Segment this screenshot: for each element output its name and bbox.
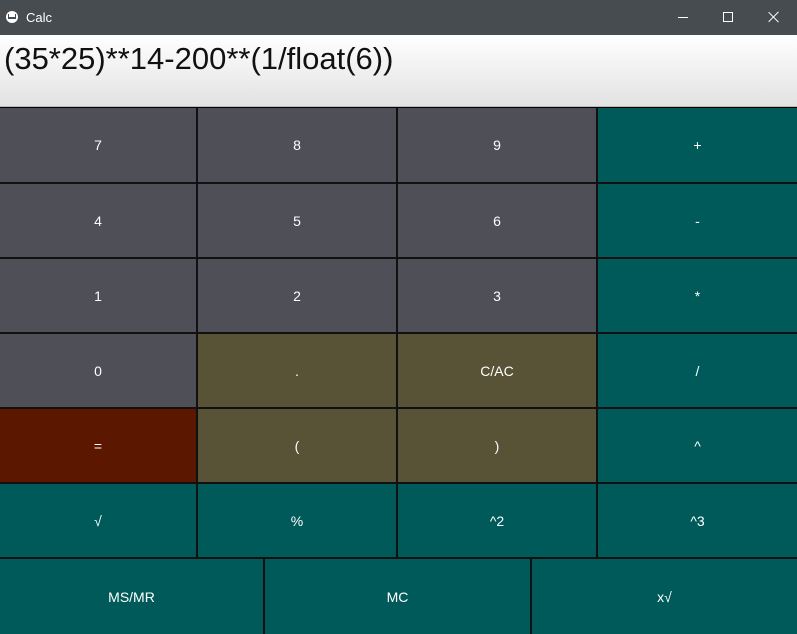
key-memory-store-recall[interactable]: MS/MR (0, 559, 265, 634)
key-square[interactable]: ^2 (398, 484, 598, 559)
key-0[interactable]: 0 (0, 334, 198, 409)
key-3[interactable]: 3 (398, 259, 598, 334)
key-percent[interactable]: % (198, 484, 398, 559)
title-bar[interactable]: Calc (0, 0, 797, 35)
close-button[interactable] (751, 0, 797, 35)
close-icon (768, 11, 780, 23)
minimize-button[interactable] (660, 0, 706, 35)
key-nth-root[interactable]: x√ (532, 559, 797, 634)
minimize-icon (678, 17, 688, 18)
key-square-root[interactable]: √ (0, 484, 198, 559)
app-logo-icon (6, 11, 18, 23)
key-plus[interactable]: + (598, 108, 797, 184)
key-cube[interactable]: ^3 (598, 484, 797, 559)
key-clear[interactable]: C/AC (398, 334, 598, 409)
expression-display[interactable]: (35*25)**14-200**(1/float(6)) (0, 35, 797, 107)
key-close-paren[interactable]: ) (398, 409, 598, 484)
key-open-paren[interactable]: ( (198, 409, 398, 484)
key-power[interactable]: ^ (598, 409, 797, 484)
key-minus[interactable]: - (598, 184, 797, 259)
key-memory-clear[interactable]: MC (265, 559, 532, 634)
maximize-button[interactable] (705, 0, 751, 35)
key-equals[interactable]: = (0, 409, 198, 484)
maximize-icon (723, 12, 733, 22)
key-multiply[interactable]: * (598, 259, 797, 334)
key-7[interactable]: 7 (0, 108, 198, 184)
key-8[interactable]: 8 (198, 108, 398, 184)
calculator-window: Calc (35*25)**14-200**(1/float(6)) 7 8 9… (0, 0, 797, 634)
key-4[interactable]: 4 (0, 184, 198, 259)
key-divide[interactable]: / (598, 334, 797, 409)
key-1[interactable]: 1 (0, 259, 198, 334)
key-5[interactable]: 5 (198, 184, 398, 259)
key-9[interactable]: 9 (398, 108, 598, 184)
key-6[interactable]: 6 (398, 184, 598, 259)
expression-text: (35*25)**14-200**(1/float(6)) (4, 41, 394, 76)
key-2[interactable]: 2 (198, 259, 398, 334)
window-title: Calc (26, 10, 53, 25)
key-decimal-point[interactable]: . (198, 334, 398, 409)
